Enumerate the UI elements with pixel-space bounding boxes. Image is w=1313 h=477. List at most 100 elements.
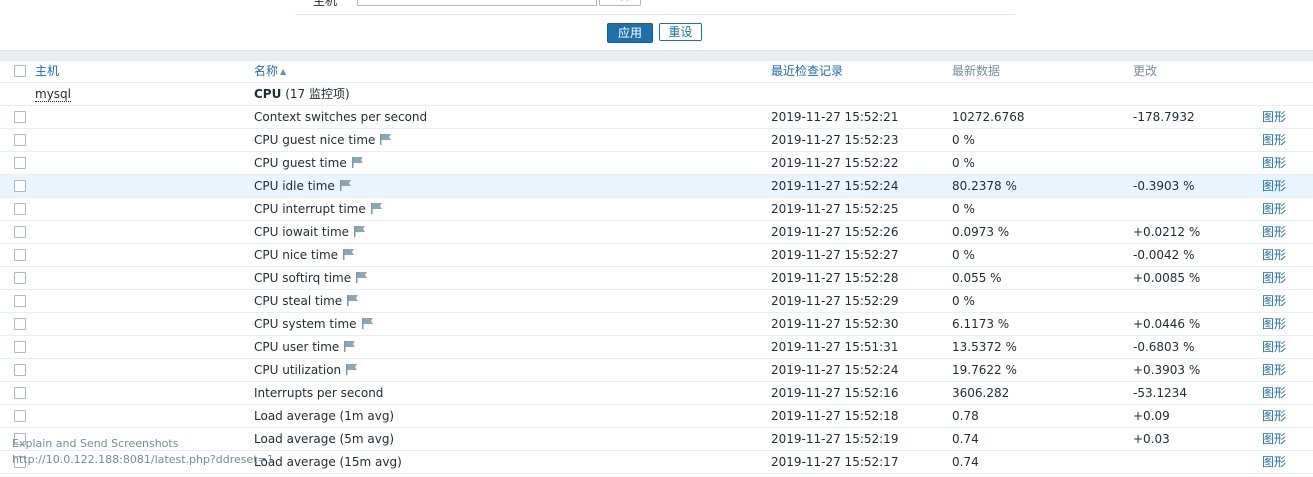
item-name: CPU idle time: [254, 179, 335, 193]
item-name: CPU utilization: [254, 363, 342, 377]
row-checkbox[interactable]: [14, 295, 26, 307]
item-name-cell: Load average (5m avg): [254, 428, 394, 450]
table-row: CPU iowait time 2019-11-27 15:52:26 0.0973…: [0, 221, 1313, 244]
row-checkbox[interactable]: [14, 364, 26, 376]
flag-icon[interactable]: [356, 272, 368, 283]
graph-link[interactable]: 图形: [1262, 290, 1286, 312]
graph-link[interactable]: 图形: [1262, 359, 1286, 381]
flag-icon[interactable]: [361, 318, 374, 329]
item-last-value: 6.1173 %: [952, 317, 1010, 331]
filter-host-select-button[interactable]: 选择: [599, 0, 641, 6]
item-last-check: 2019-11-27 15:52:19: [771, 432, 899, 446]
graph-link[interactable]: 图形: [1262, 129, 1286, 151]
item-name: CPU guest nice time: [254, 133, 376, 147]
graph-link[interactable]: 图形: [1262, 175, 1286, 197]
header-last-value: 最新数据: [952, 64, 1001, 78]
row-checkbox[interactable]: [14, 272, 26, 284]
row-checkbox[interactable]: [14, 249, 26, 261]
filter-host-row: 主机 选择: [295, 0, 1015, 15]
flag-icon[interactable]: [351, 157, 364, 168]
item-last-value: 0 %: [952, 294, 975, 308]
reset-button[interactable]: 重设: [659, 23, 702, 41]
item-last-check: 2019-11-27 15:52:29: [771, 294, 899, 308]
item-last-check: 2019-11-27 15:52:30: [771, 317, 899, 331]
row-checkbox[interactable]: [14, 134, 26, 146]
item-name-cell: CPU steal time: [254, 290, 359, 312]
filter-host-label: 主机: [313, 0, 338, 8]
row-checkbox[interactable]: [14, 341, 26, 353]
item-last-check: 2019-11-27 15:52:27: [771, 248, 899, 262]
filter-panel: 主机 选择 应用 重设: [0, 0, 1313, 50]
graph-link[interactable]: 图形: [1262, 451, 1286, 473]
graph-link[interactable]: 图形: [1262, 106, 1286, 128]
item-name: Load average (1m avg): [254, 409, 395, 423]
row-checkbox[interactable]: [14, 111, 26, 123]
graph-link[interactable]: 图形: [1262, 382, 1286, 404]
graph-link[interactable]: 图形: [1262, 221, 1286, 243]
flag-icon[interactable]: [339, 180, 352, 191]
graph-link[interactable]: 图形: [1262, 313, 1286, 335]
item-last-check: 2019-11-27 15:52:18: [771, 409, 899, 423]
row-checkbox[interactable]: [14, 203, 26, 215]
table-row: CPU steal time 2019-11-27 15:52:29 0 % 图形: [0, 290, 1313, 313]
row-checkbox[interactable]: [14, 226, 26, 238]
item-name-cell: CPU guest time: [254, 152, 364, 174]
overlay-explain-text: Explain and Send Screenshots: [12, 437, 179, 450]
item-change: -0.6803 %: [1133, 340, 1195, 354]
table-row: CPU idle time 2019-11-27 15:52:24 80.2378 …: [0, 175, 1313, 198]
application-item-count: (17 监控项): [285, 87, 350, 101]
item-change: +0.3903 %: [1133, 363, 1201, 377]
header-change: 更改: [1133, 64, 1158, 78]
item-last-value: 0.74: [952, 455, 979, 469]
item-last-value: 0 %: [952, 202, 975, 216]
flag-icon[interactable]: [347, 295, 359, 306]
item-last-check: 2019-11-27 15:52:23: [771, 133, 899, 147]
item-last-value: 19.7622 %: [952, 363, 1017, 377]
row-checkbox[interactable]: [14, 157, 26, 169]
graph-link[interactable]: 图形: [1262, 198, 1286, 220]
apply-button[interactable]: 应用: [607, 23, 653, 43]
item-last-check: 2019-11-27 15:52:17: [771, 455, 899, 469]
table-row: CPU interrupt time 2019-11-27 15:52:25 0 %…: [0, 198, 1313, 221]
table-row: CPU softirq time 2019-11-27 15:52:28 0.055…: [0, 267, 1313, 290]
host-link[interactable]: mysql: [35, 87, 71, 102]
row-checkbox[interactable]: [14, 318, 26, 330]
item-name-cell: CPU iowait time: [254, 221, 366, 243]
row-checkbox[interactable]: [14, 410, 26, 422]
graph-link[interactable]: 图形: [1262, 405, 1286, 427]
item-change: +0.0212 %: [1133, 225, 1201, 239]
item-last-check: 2019-11-27 15:52:21: [771, 110, 899, 124]
item-last-value: 3606.282: [952, 386, 1010, 400]
graph-link[interactable]: 图形: [1262, 152, 1286, 174]
filter-host-input[interactable]: [357, 0, 597, 6]
header-last-check[interactable]: 最近检查记录: [771, 60, 843, 82]
item-change: +0.03: [1133, 432, 1170, 446]
flag-icon[interactable]: [354, 226, 366, 237]
item-name-cell: Load average (15m avg): [254, 451, 402, 473]
flag-icon[interactable]: [380, 134, 392, 145]
flag-icon[interactable]: [343, 249, 355, 260]
graph-link[interactable]: 图形: [1262, 336, 1286, 358]
item-last-check: 2019-11-27 15:52:28: [771, 271, 899, 285]
item-last-value: 0 %: [952, 133, 975, 147]
graph-link[interactable]: 图形: [1262, 267, 1286, 289]
graph-link[interactable]: 图形: [1262, 244, 1286, 266]
item-name: Interrupts per second: [254, 386, 384, 400]
item-last-value: 0 %: [952, 156, 975, 170]
flag-icon[interactable]: [346, 364, 358, 375]
item-last-check: 2019-11-27 15:52:26: [771, 225, 899, 239]
table-row: Load average (5m avg) 2019-11-27 15:52:19…: [0, 428, 1313, 451]
row-checkbox[interactable]: [14, 387, 26, 399]
header-name[interactable]: 名称 ▲: [254, 60, 286, 82]
flag-icon[interactable]: [370, 203, 383, 214]
row-checkbox[interactable]: [14, 180, 26, 192]
item-change: +0.0446 %: [1133, 317, 1201, 331]
graph-link[interactable]: 图形: [1262, 428, 1286, 450]
item-name-cell: CPU nice time: [254, 244, 355, 266]
item-last-check: 2019-11-27 15:52:16: [771, 386, 899, 400]
select-all-checkbox[interactable]: [14, 65, 26, 77]
item-name: CPU system time: [254, 317, 357, 331]
header-host[interactable]: 主机: [35, 60, 59, 82]
item-change: +0.0085 %: [1133, 271, 1201, 285]
flag-icon[interactable]: [344, 341, 356, 352]
